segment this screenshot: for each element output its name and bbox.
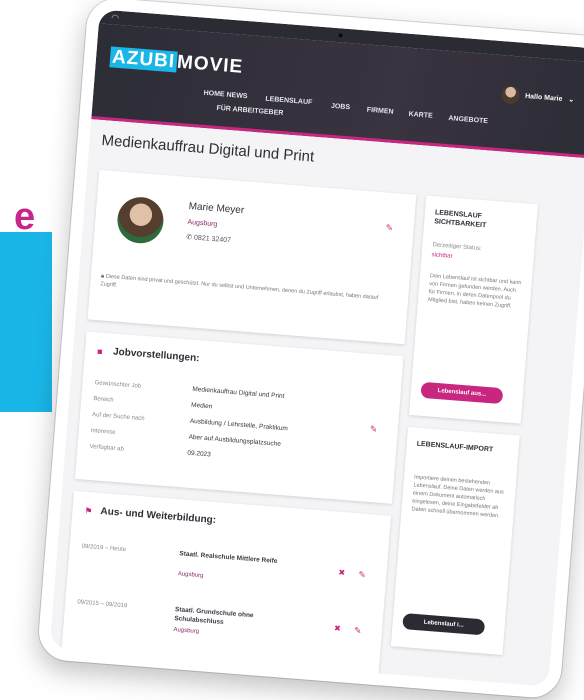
side-title: LEBENSLAUF SICHTBARKEIT (433, 209, 487, 230)
camera-dot (338, 33, 343, 38)
nav-item-karte[interactable]: KARTE (408, 111, 433, 120)
delete-icon[interactable]: ✖ (338, 568, 345, 577)
edu-school: Staatl. Realschule Mittlere Reife (179, 550, 278, 565)
education-card: ⚑ Aus- und Weiterbildung: 09/2019 – Heut… (60, 490, 392, 686)
profile-city: Augsburg (187, 218, 218, 229)
edu-date: 09/2015 – 09/2019 (77, 599, 128, 610)
promo-letter: e (14, 196, 36, 238)
logo[interactable]: AZUBIMOVIE (109, 46, 244, 78)
kv-value: Medienkauffrau Digital und Print (192, 385, 285, 401)
nav-item-lebenslauf[interactable]: LEBENSLAUF (265, 96, 312, 107)
edu-date: 09/2019 – Heute (81, 543, 127, 554)
visibility-box: LEBENSLAUF SICHTBARKEIT Derzeitiger Stat… (409, 195, 538, 424)
tablet-device: ◠ AZUBIMOVIE Hallo Marie ⌄ HOME NEWS LEB… (36, 0, 584, 700)
user-menu[interactable]: Hallo Marie ⌄ (500, 85, 575, 109)
kv-label: Auf der Suche nach (91, 412, 145, 423)
kv-label: Interesse (90, 427, 116, 436)
avatar (500, 85, 520, 105)
privacy-note: 🔒︎ Diese Daten sind privat und geschützt… (100, 272, 396, 311)
profile-phone: ✆ 0821 32407 (186, 233, 231, 244)
privacy-note-text: Diese Daten sind privat und geschützt. N… (100, 273, 379, 302)
page-title: Medienkauffrau Digital und Print (100, 131, 315, 166)
flag-icon: ⚑ (84, 505, 93, 517)
nav-item-firmen[interactable]: FIRMEN (367, 107, 394, 116)
edit-icon[interactable]: ✎ (385, 222, 393, 234)
section-title: Jobvorstellungen: (112, 346, 200, 365)
kv-value: Ausbildung / Lehrstelle, Praktikum (189, 417, 289, 433)
edit-icon[interactable]: ✎ (358, 569, 366, 581)
kv-label: Gewünschter Job (94, 380, 142, 390)
phone-number: 0821 32407 (193, 234, 232, 245)
side-text: Dein Lebenslauf ist sichtbar und kann vo… (427, 273, 522, 310)
kv-value: Aber auf Ausbildungsplatzsuche (188, 433, 282, 448)
kv-value: 09.2023 (187, 449, 212, 459)
nav-item-angebote[interactable]: ANGEBOTE (448, 115, 488, 125)
chevron-down-icon: ⌄ (568, 96, 575, 104)
logo-part-1: AZUBI (109, 46, 178, 73)
profile-card: Marie Meyer Augsburg ✆ 0821 32407 ✎ 🔒︎ D… (87, 169, 417, 345)
kv-value: Medien (190, 401, 213, 411)
nav-item-jobs[interactable]: JOBS (331, 103, 351, 111)
nav-item-arbeitgeber[interactable]: FÜR ARBEITGEBER (216, 105, 283, 117)
edu-city: Augsburg (173, 627, 200, 636)
promo-block (0, 232, 52, 412)
kv-label: Bereich (93, 396, 114, 404)
import-box: LEBENSLAUF-IMPORT Importiere deinen best… (390, 426, 520, 655)
avatar (115, 195, 166, 245)
logo-part-2: MOVIE (176, 51, 244, 78)
profile-name: Marie Meyer (188, 200, 245, 217)
status-label: Derzeitiger Status: (432, 242, 482, 253)
kv-label: Verfügbar ab (89, 443, 125, 453)
visibility-toggle-button[interactable]: Lebenslauf aus... (420, 381, 504, 405)
edit-icon[interactable]: ✎ (353, 625, 362, 637)
import-button[interactable]: Lebenslauf i... (402, 613, 486, 636)
folder-icon: ■ (96, 346, 103, 357)
job-preferences-card: ■ Jobvorstellungen: Gewünschter Job Bere… (74, 331, 404, 504)
section-title: Aus- und Weiterbildung: (100, 505, 217, 527)
edit-icon[interactable]: ✎ (369, 424, 377, 436)
side-title: LEBENSLAUF-IMPORT (416, 440, 494, 454)
edu-city: Augsburg (177, 571, 204, 580)
status-badge: sichtbar (431, 252, 453, 260)
delete-icon[interactable]: ✖ (334, 624, 341, 633)
side-text: Importiere deinen bestehenden Lebenslauf… (411, 474, 504, 520)
wifi-icon: ◠ (110, 12, 120, 23)
nav-item-home[interactable]: HOME NEWS (203, 90, 247, 100)
user-name: Hallo Marie (524, 92, 563, 103)
